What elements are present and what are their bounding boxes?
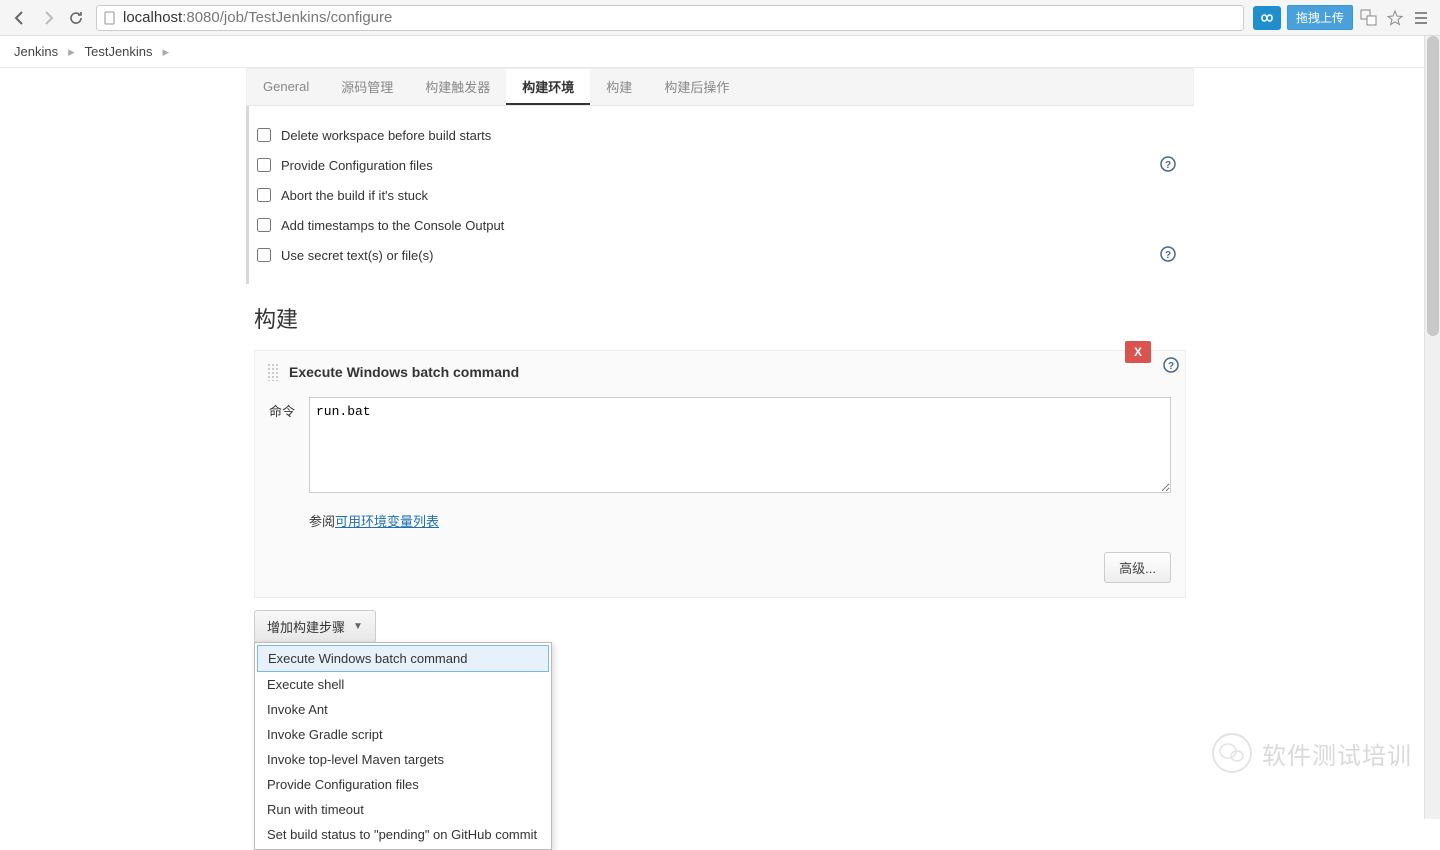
upload-button[interactable]: 拖拽上传	[1287, 5, 1353, 30]
abort-stuck-checkbox[interactable]	[257, 188, 271, 202]
checkbox-label: Use secret text(s) or file(s)	[281, 248, 433, 263]
dropdown-item[interactable]: Execute shell	[257, 672, 549, 697]
config-panel: General 源码管理 构建触发器 构建环境 构建 构建后操作 Delete …	[246, 68, 1194, 643]
build-step-title: Execute Windows batch command	[289, 364, 519, 380]
vertical-scrollbar[interactable]	[1424, 36, 1440, 819]
advanced-button[interactable]: 高级...	[1104, 552, 1171, 583]
config-tabs: General 源码管理 构建触发器 构建环境 构建 构建后操作	[246, 68, 1194, 106]
dropdown-item[interactable]: Invoke Gradle script	[257, 722, 549, 747]
breadcrumb-separator: ▸	[68, 44, 75, 60]
tab-triggers[interactable]: 构建触发器	[409, 69, 506, 105]
secret-text-checkbox[interactable]	[257, 248, 271, 262]
checkbox-row: Abort the build if it's stuck	[257, 180, 1186, 210]
provide-config-checkbox[interactable]	[257, 158, 271, 172]
url-text: localhost:8080/job/TestJenkins/configure	[123, 9, 392, 26]
build-step-body: 命令	[255, 393, 1185, 505]
file-icon	[103, 11, 117, 25]
watermark-text: 软件测试培训	[1262, 736, 1412, 771]
tab-scm[interactable]: 源码管理	[325, 69, 409, 105]
build-section-title: 构建	[254, 302, 1186, 334]
breadcrumb-jenkins[interactable]: Jenkins	[14, 44, 58, 59]
infinity-icon	[1258, 12, 1276, 24]
help-icon[interactable]: ?	[1160, 156, 1176, 172]
translate-icon[interactable]	[1360, 9, 1378, 27]
help-icon[interactable]: ?	[1160, 246, 1176, 262]
url-host: localhost	[123, 9, 182, 26]
arrow-left-icon	[12, 10, 28, 26]
breadcrumb-separator: ▸	[163, 44, 170, 60]
extension-icon[interactable]	[1253, 6, 1281, 30]
url-bar[interactable]: localhost:8080/job/TestJenkins/configure	[96, 5, 1244, 31]
delete-workspace-checkbox[interactable]	[257, 128, 271, 142]
breadcrumb: Jenkins ▸ TestJenkins ▸	[0, 36, 1440, 68]
timestamps-checkbox[interactable]	[257, 218, 271, 232]
checkbox-row: Use secret text(s) or file(s) ?	[257, 240, 1186, 270]
dropdown-item[interactable]: Set build status to "pending" on GitHub …	[257, 822, 549, 847]
command-label: 命令	[269, 397, 309, 493]
forward-button[interactable]	[34, 4, 62, 32]
build-step-card: X ? Execute Windows batch command 命令 参阅 …	[254, 350, 1186, 598]
dropdown-item[interactable]: Invoke top-level Maven targets	[257, 747, 549, 772]
reload-icon	[68, 10, 84, 26]
checkbox-row: Delete workspace before build starts	[257, 120, 1186, 150]
dropdown-item[interactable]: Execute Windows batch command	[257, 645, 549, 672]
scroll-thumb[interactable]	[1427, 36, 1439, 336]
svg-text:?: ?	[1165, 250, 1171, 261]
build-step-footer: 参阅 可用环境变量列表	[255, 505, 1185, 546]
checkbox-row: Provide Configuration files ?	[257, 150, 1186, 180]
checkbox-label: Add timestamps to the Console Output	[281, 218, 504, 233]
reference-prefix: 参阅	[309, 511, 335, 530]
dropdown-item[interactable]: Invoke Ant	[257, 697, 549, 722]
dropdown-item[interactable]: Run with timeout	[257, 797, 549, 822]
tab-build-env[interactable]: 构建环境	[506, 69, 590, 105]
checkbox-row: Add timestamps to the Console Output	[257, 210, 1186, 240]
tab-post-build[interactable]: 构建后操作	[648, 69, 745, 105]
breadcrumb-testjenkins[interactable]: TestJenkins	[85, 44, 153, 59]
advanced-row: 高级...	[255, 546, 1185, 597]
browser-toolbar: localhost:8080/job/TestJenkins/configure…	[0, 0, 1440, 36]
checkbox-label: Delete workspace before build starts	[281, 128, 491, 143]
command-textarea[interactable]	[309, 397, 1171, 493]
checkbox-label: Provide Configuration files	[281, 158, 433, 173]
url-path: :8080/job/TestJenkins/configure	[182, 9, 392, 26]
build-step-header: Execute Windows batch command	[255, 351, 1185, 393]
tab-build[interactable]: 构建	[590, 69, 648, 105]
build-env-section: Delete workspace before build starts Pro…	[246, 106, 1194, 284]
arrow-right-icon	[40, 10, 56, 26]
tab-general[interactable]: General	[247, 69, 325, 105]
add-build-step-wrap: 增加构建步骤 ▼ Execute Windows batch command E…	[254, 610, 1186, 643]
back-button[interactable]	[6, 4, 34, 32]
caret-down-icon: ▼	[353, 621, 363, 632]
dropdown-item[interactable]: Provide Configuration files	[257, 772, 549, 797]
svg-text:?: ?	[1165, 160, 1171, 171]
env-vars-link[interactable]: 可用环境变量列表	[335, 511, 439, 530]
checkbox-label: Abort the build if it's stuck	[281, 188, 428, 203]
add-build-step-button[interactable]: 增加构建步骤 ▼	[254, 610, 376, 643]
wechat-icon	[1212, 733, 1252, 773]
watermark: 软件测试培训	[1212, 733, 1412, 773]
page-content: General 源码管理 构建触发器 构建环境 构建 构建后操作 Delete …	[0, 68, 1440, 643]
bookmark-icon[interactable]	[1386, 9, 1404, 27]
drag-handle-icon[interactable]	[267, 363, 279, 381]
reload-button[interactable]	[62, 4, 90, 32]
menu-icon[interactable]	[1412, 9, 1430, 27]
add-build-step-label: 增加构建步骤	[267, 617, 345, 636]
